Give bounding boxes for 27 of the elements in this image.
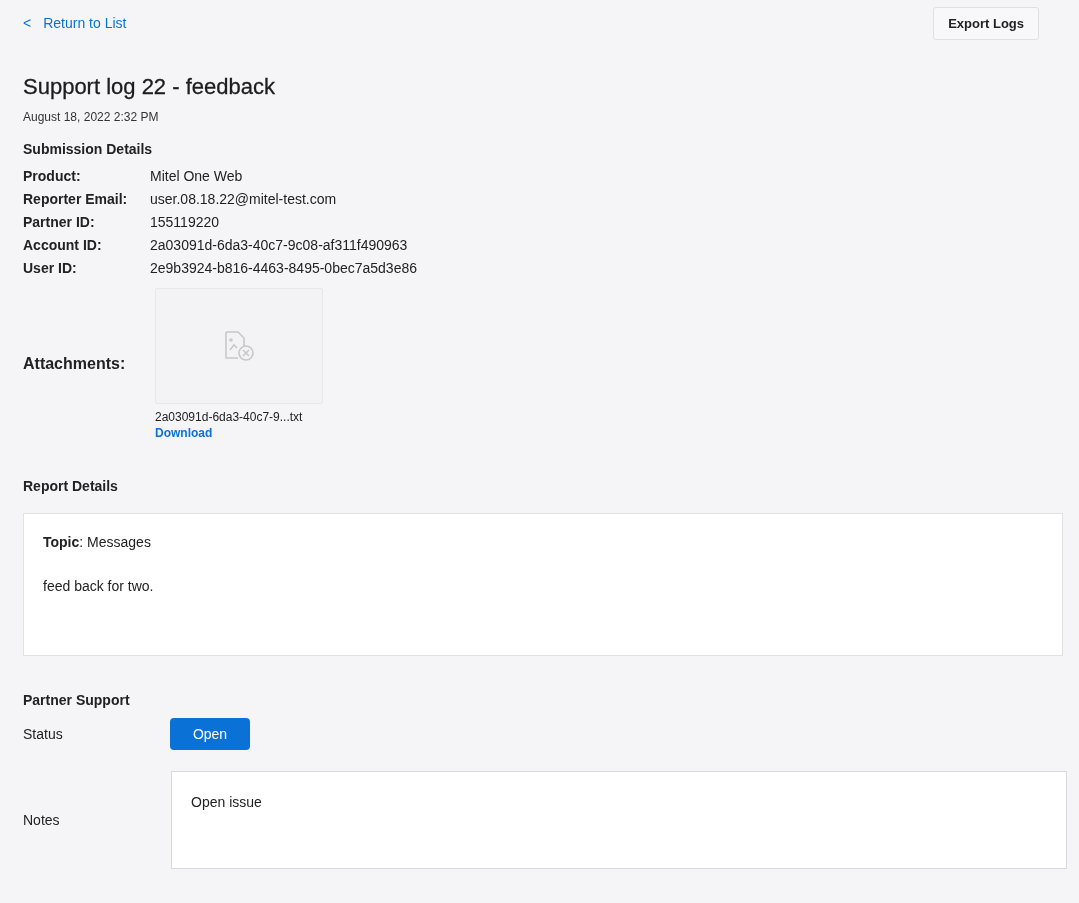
notes-field[interactable]: Open issue (171, 771, 1067, 869)
status-label: Status (23, 726, 64, 742)
file-name: 2a03091d-6da3-40c7-9...txt (155, 410, 304, 424)
broken-file-icon (222, 330, 256, 362)
notes-label: Notes (23, 812, 61, 828)
report-text: feed back for two. (43, 578, 155, 594)
field-label: Partner ID: (23, 214, 96, 230)
section-heading: Submission Details (23, 141, 154, 157)
field-label: Reporter Email: (23, 191, 129, 207)
status-button[interactable]: Open (170, 718, 250, 750)
date-text: August 18, 2022 2:32 PM (23, 110, 160, 124)
return-to-list-link[interactable]: < Return to List (23, 15, 127, 31)
download-link[interactable]: Download (155, 426, 213, 440)
field-label: Attachments: (23, 355, 127, 373)
field-label: User ID: (23, 260, 78, 276)
field-value: 2a03091d-6da3-40c7-9c08-af311f490963 (150, 237, 409, 253)
field-value: Mitel One Web (150, 168, 244, 184)
field-label: Account ID: (23, 237, 103, 253)
page-title: Support log 22 - feedback (23, 74, 276, 100)
topic-text: Topic: Messages (43, 534, 152, 550)
field-value: user.08.18.22@mitel-test.com (150, 191, 338, 207)
section-heading: Report Details (23, 478, 119, 494)
export-logs-button[interactable]: Export Logs (933, 6, 1039, 40)
field-value: 155119220 (150, 214, 221, 230)
field-value: 2e9b3924-b816-4463-8495-0bec7a5d3e86 (150, 260, 419, 276)
section-heading: Partner Support (23, 692, 131, 708)
field-label: Product: (23, 168, 82, 184)
